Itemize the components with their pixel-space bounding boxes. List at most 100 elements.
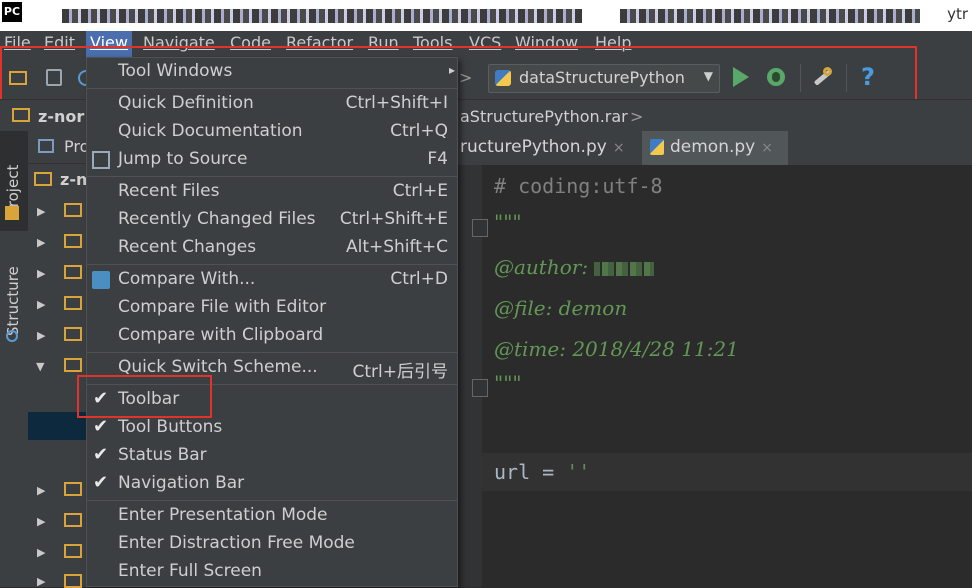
code-line-1: # coding:utf-8 <box>494 174 663 198</box>
code-line-2: """ <box>494 210 522 234</box>
menu-item-compare-with[interactable]: Compare With... Ctrl+D <box>87 266 457 294</box>
folder-icon[interactable] <box>64 544 82 558</box>
code-line-3: @author: <box>494 255 655 279</box>
blurred-window-title <box>620 9 920 23</box>
menu-item-label: Quick Definition <box>118 93 254 113</box>
expand-arrow-icon[interactable]: ▶ <box>37 267 45 280</box>
structure-tab-icon <box>6 330 18 342</box>
project-panel-header: Pro <box>28 131 89 164</box>
breadcrumb-project[interactable]: z-nor <box>38 107 84 126</box>
expand-arrow-icon[interactable]: ▶ <box>37 575 45 588</box>
menu-item-shortcut: Ctrl+D <box>390 269 448 289</box>
compare-icon <box>92 271 110 289</box>
menu-item-compare-file-with-editor[interactable]: Compare File with Editor <box>87 294 457 322</box>
menu-item-shortcut: F4 <box>427 149 448 169</box>
menu-item-recent-changes[interactable]: Recent Changes Alt+Shift+C <box>87 234 457 262</box>
project-root-label[interactable]: z-n <box>60 170 87 189</box>
toolbar-item-highlight-box <box>77 375 212 418</box>
menu-item-label: Quick Switch Scheme... <box>118 357 318 377</box>
submenu-arrow-icon: ▸ <box>448 63 455 77</box>
code-line-7: url = '' <box>494 460 590 484</box>
folder-icon[interactable] <box>64 203 82 217</box>
check-icon: ✔ <box>93 472 109 493</box>
tab-label: ructurePython.py <box>460 137 607 157</box>
folder-icon[interactable] <box>64 358 82 372</box>
folder-icon[interactable] <box>64 234 82 248</box>
structure-tool-tab[interactable]: Structure <box>4 256 22 336</box>
window-title-fragment: ytr <box>947 5 968 23</box>
menu-item-label: Recently Changed Files <box>118 209 316 229</box>
menu-item-label: Quick Documentation <box>118 121 303 141</box>
project-tab-icon <box>5 206 19 220</box>
chevron-right-icon: > <box>630 107 644 126</box>
fold-marker-icon[interactable] <box>472 379 488 397</box>
menu-item-recently-changed-files[interactable]: Recently Changed Files Ctrl+Shift+E <box>87 206 457 234</box>
menu-item-tool-buttons[interactable]: ✔ Tool Buttons <box>87 414 457 442</box>
menu-item-label: Compare with Clipboard <box>118 325 324 345</box>
fold-marker-icon[interactable] <box>472 219 488 237</box>
project-view-icon <box>38 139 54 153</box>
expand-arrow-icon[interactable]: ▶ <box>37 236 45 249</box>
menu-item-tool-windows[interactable]: Tool Windows ▸ <box>87 58 457 86</box>
folder-icon[interactable] <box>64 296 82 310</box>
blurred-author <box>594 261 655 276</box>
pycharm-logo: PC <box>2 2 22 22</box>
menu-item-shortcut: Ctrl+Shift+E <box>339 209 448 229</box>
menu-item-jump-to-source[interactable]: Jump to Source F4 <box>87 146 457 174</box>
menu-item-navigation-bar[interactable]: ✔ Navigation Bar <box>87 470 457 498</box>
menu-item-status-bar[interactable]: ✔ Status Bar <box>87 442 457 470</box>
menu-item-label: Tool Buttons <box>118 417 223 437</box>
code-editor[interactable] <box>482 165 972 587</box>
menu-separator <box>87 176 457 177</box>
folder-icon[interactable] <box>64 574 82 588</box>
tab-demon[interactable]: demon.py × <box>642 131 788 165</box>
expand-arrow-icon[interactable]: ▶ <box>37 546 45 559</box>
menu-item-shortcut: Ctrl+后引号 <box>352 362 449 382</box>
breadcrumb-file[interactable]: aStructurePython.rar <box>460 107 628 126</box>
expand-arrow-icon[interactable]: ▶ <box>37 484 45 497</box>
menu-item-compare-with-clipboard[interactable]: Compare with Clipboard <box>87 322 457 350</box>
code-string: '' <box>566 460 591 484</box>
menu-item-recent-files[interactable]: Recent Files Ctrl+E <box>87 178 457 206</box>
code-variable: url = <box>494 460 567 484</box>
menu-item-shortcut: Ctrl+Shift+I <box>345 93 448 113</box>
folder-icon[interactable] <box>64 327 82 341</box>
code-line-5: @time: 2018/4/28 11:21 <box>494 337 739 361</box>
check-icon: ✔ <box>93 416 109 437</box>
menu-item-distraction-free-mode[interactable]: Enter Distraction Free Mode <box>87 530 457 558</box>
expand-arrow-icon[interactable]: ▶ <box>37 329 45 342</box>
menu-item-quick-definition[interactable]: Quick Definition Ctrl+Shift+I <box>87 90 457 118</box>
expand-arrow-icon[interactable]: ▶ <box>37 515 45 528</box>
menu-item-label: Tool Windows <box>118 61 233 81</box>
tab-datastructurepython[interactable]: ructurePython.py × <box>460 131 638 165</box>
author-tag: @author: <box>494 255 595 279</box>
menu-item-full-screen[interactable]: Enter Full Screen <box>87 558 457 586</box>
menu-item-quick-documentation[interactable]: Quick Documentation Ctrl+Q <box>87 118 457 146</box>
menu-item-shortcut: Ctrl+E <box>392 181 448 201</box>
folder-icon <box>12 108 30 122</box>
menu-item-shortcut: Alt+Shift+C <box>345 237 448 257</box>
menu-item-shortcut: Ctrl+Q <box>390 121 448 141</box>
menu-item-label: Enter Distraction Free Mode <box>118 533 355 553</box>
code-line-4: @file: demon <box>494 296 628 320</box>
expand-arrow-icon[interactable]: ▶ <box>37 298 45 311</box>
close-icon[interactable]: × <box>761 140 773 156</box>
tab-label: demon.py <box>670 137 756 157</box>
menu-item-label: Navigation Bar <box>118 473 245 493</box>
collapse-arrow-icon[interactable]: ▼ <box>36 360 44 373</box>
menu-item-label: Compare With... <box>118 269 256 289</box>
expand-arrow-icon[interactable]: ▶ <box>37 205 45 218</box>
folder-icon <box>34 172 52 186</box>
code-line-6: """ <box>494 371 522 395</box>
menu-item-presentation-mode[interactable]: Enter Presentation Mode <box>87 502 457 530</box>
folder-icon[interactable] <box>64 513 82 527</box>
menu-separator <box>87 352 457 353</box>
close-icon[interactable]: × <box>613 140 625 156</box>
title-bar: PC ytr <box>0 0 972 31</box>
blurred-window-title <box>62 9 582 23</box>
menu-item-label: Recent Files <box>118 181 220 201</box>
folder-icon[interactable] <box>64 265 82 279</box>
menu-item-label: Enter Presentation Mode <box>118 505 328 525</box>
folder-icon[interactable] <box>64 482 82 496</box>
menu-item-label: Status Bar <box>118 445 207 465</box>
